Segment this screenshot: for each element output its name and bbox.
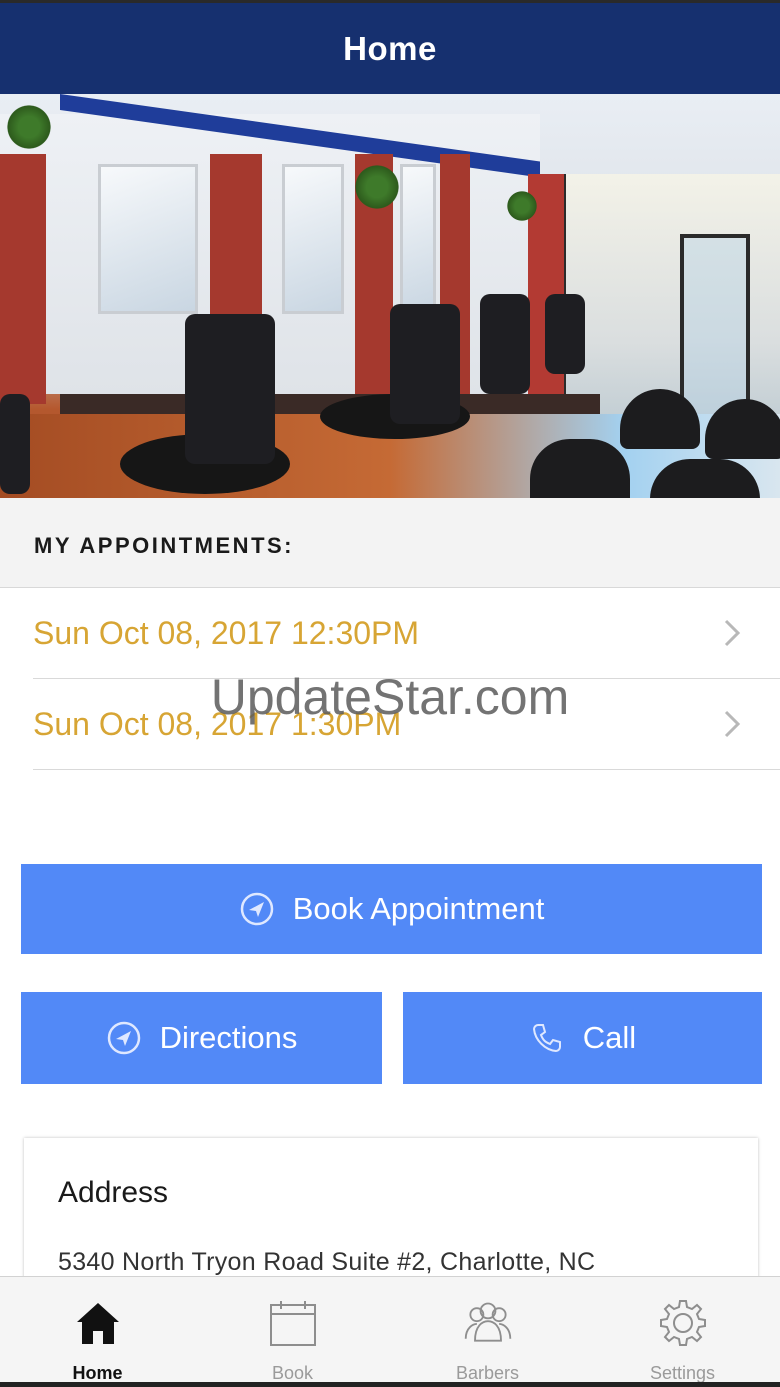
people-icon [462,1297,514,1349]
shop-photo [0,94,780,498]
directions-label: Directions [159,1020,298,1055]
appointment-datetime: Sun Oct 08, 2017 12:30PM [33,614,420,651]
chevron-right-icon [712,618,752,648]
tab-home[interactable]: Home [0,1277,195,1387]
navigation-arrow-icon [106,1020,142,1056]
tab-barbers-label: Barbers [455,1363,520,1383]
tab-home-label: Home [72,1363,123,1383]
chevron-right-icon [712,709,752,739]
appointment-row[interactable]: Sun Oct 08, 2017 12:30PM [33,588,780,679]
tab-barbers[interactable]: Barbers [390,1277,585,1387]
call-label: Call [582,1020,637,1055]
address-text: 5340 North Tryon Road Suite #2, Charlott… [58,1248,596,1276]
phone-icon [529,1020,565,1056]
book-appointment-label: Book Appointment [292,891,545,926]
appointments-section-label: MY APPOINTMENTS: [34,532,295,558]
app-header: Home [0,0,780,94]
tab-book-label: Book [271,1363,314,1383]
gear-icon [657,1297,709,1349]
tab-book[interactable]: Book [195,1277,390,1387]
navigation-arrow-icon [239,891,275,927]
appointment-row[interactable]: Sun Oct 08, 2017 1:30PM [33,679,780,770]
book-appointment-button[interactable]: Book Appointment [21,864,762,954]
tab-settings[interactable]: Settings [585,1277,780,1387]
call-button[interactable]: Call [403,992,762,1084]
calendar-icon [267,1297,319,1349]
page-title: Home [343,29,437,67]
address-card: Address 5340 North Tryon Road Suite #2, … [24,1138,758,1298]
bottom-edge [0,1382,780,1387]
directions-button[interactable]: Directions [21,992,382,1084]
home-icon [72,1297,124,1349]
tab-settings-label: Settings [649,1363,716,1383]
appointment-datetime: Sun Oct 08, 2017 1:30PM [33,705,402,742]
tab-bar: Home Book Barbers Settings [0,1276,780,1387]
appointments-header: MY APPOINTMENTS: [0,498,780,588]
address-heading: Address [58,1176,169,1209]
